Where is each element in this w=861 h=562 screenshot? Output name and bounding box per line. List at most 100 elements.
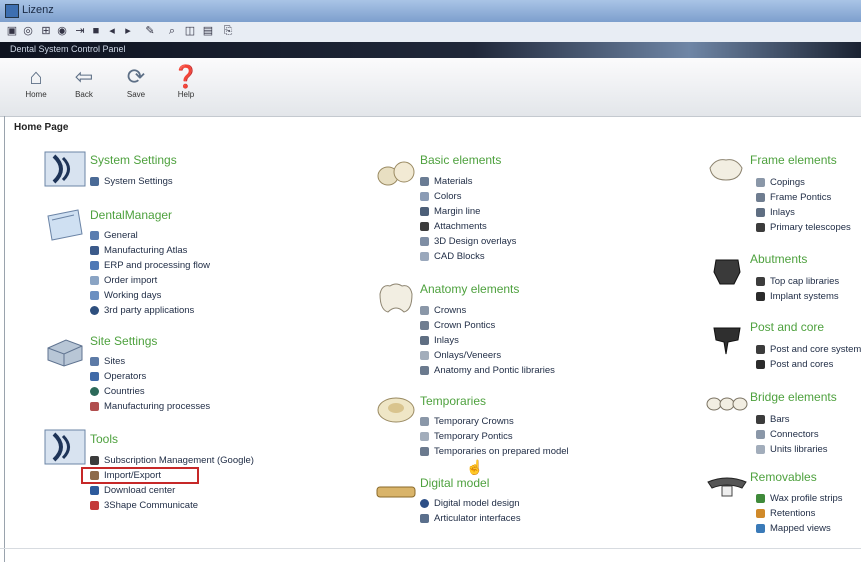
tool-icon[interactable]: ▸ bbox=[122, 25, 134, 37]
list-item[interactable]: Working days bbox=[90, 288, 210, 303]
list-item[interactable]: ERP and processing flow bbox=[90, 258, 210, 273]
list-item[interactable]: Temporaries on prepared model bbox=[420, 444, 569, 459]
list-item[interactable]: Margin line bbox=[420, 204, 516, 219]
item-label: Temporary Crowns bbox=[434, 416, 514, 427]
list-item[interactable]: Wax profile strips bbox=[756, 491, 843, 506]
list-item[interactable]: Mapped views bbox=[756, 521, 843, 536]
frame-elements-icon bbox=[709, 159, 743, 181]
home-icon: ⌂ bbox=[29, 64, 43, 89]
list-item[interactable]: Primary telescopes bbox=[756, 220, 851, 235]
tool-icon[interactable]: ■ bbox=[90, 25, 102, 37]
app-icon bbox=[5, 4, 19, 18]
list-item[interactable]: Manufacturing processes bbox=[90, 399, 210, 414]
frame-inlay-icon bbox=[756, 207, 765, 217]
item-label: Temporaries on prepared model bbox=[434, 446, 569, 457]
list-item[interactable]: Units libraries bbox=[756, 442, 828, 457]
tool-icon[interactable]: ⇥ bbox=[74, 25, 86, 37]
list-item[interactable]: Manufacturing Atlas bbox=[90, 243, 210, 258]
bars-icon bbox=[756, 414, 765, 424]
list-item[interactable]: 3rd party applications bbox=[90, 303, 210, 318]
section-title[interactable]: Post and core bbox=[750, 320, 824, 334]
list-item[interactable]: Crowns bbox=[420, 303, 555, 318]
list-item[interactable]: Anatomy and Pontic libraries bbox=[420, 363, 555, 378]
list-item[interactable]: Download center bbox=[90, 483, 254, 498]
section-items: Top cap libraries Implant systems bbox=[756, 274, 839, 304]
articulator-icon bbox=[420, 513, 429, 523]
list-item[interactable]: 3D Design overlays bbox=[420, 234, 516, 249]
item-label: Crown Pontics bbox=[434, 320, 496, 331]
list-item[interactable]: CAD Blocks bbox=[420, 249, 516, 264]
sites-icon bbox=[90, 356, 99, 366]
tool-icon[interactable]: ◫ bbox=[184, 25, 196, 37]
list-item[interactable]: Top cap libraries bbox=[756, 274, 839, 289]
list-item[interactable]: General bbox=[90, 228, 210, 243]
section-title[interactable]: Frame elements bbox=[750, 153, 837, 167]
list-item[interactable]: Subscription Management (Google) bbox=[90, 453, 254, 468]
connectors-icon bbox=[756, 429, 765, 439]
list-item[interactable]: Post and core system bbox=[756, 342, 861, 357]
tool-icon[interactable]: ◎ bbox=[22, 25, 34, 37]
list-item[interactable]: Digital model design bbox=[420, 496, 521, 511]
list-item[interactable]: Inlays bbox=[756, 205, 851, 220]
tool-icon[interactable]: ◂ bbox=[106, 25, 118, 37]
top-cap-icon bbox=[756, 276, 765, 286]
list-item[interactable]: Operators bbox=[90, 369, 210, 384]
list-item[interactable]: Bars bbox=[756, 412, 828, 427]
help-button[interactable]: ❓ Help bbox=[166, 64, 206, 110]
home-button[interactable]: ⌂ Home bbox=[16, 64, 56, 110]
tool-icon[interactable]: ✎ bbox=[144, 25, 156, 37]
section-title[interactable]: Anatomy elements bbox=[420, 282, 519, 296]
item-label: Mapped views bbox=[770, 523, 831, 534]
save-button[interactable]: ⟳ Save bbox=[116, 64, 156, 110]
section-title[interactable]: Digital model bbox=[420, 476, 489, 490]
list-item[interactable]: Temporary Pontics bbox=[420, 429, 569, 444]
section-title[interactable]: DentalManager bbox=[90, 208, 172, 222]
operators-icon bbox=[90, 371, 99, 381]
list-item[interactable]: Articulator interfaces bbox=[420, 511, 521, 526]
section-title[interactable]: Site Settings bbox=[90, 334, 157, 348]
left-border bbox=[4, 116, 5, 562]
tool-icon[interactable]: ◉ bbox=[56, 25, 68, 37]
list-item[interactable]: 3Shape Communicate bbox=[90, 498, 254, 513]
section-title[interactable]: Basic elements bbox=[420, 153, 501, 167]
list-item[interactable]: Frame Pontics bbox=[756, 190, 851, 205]
list-item[interactable]: Countries bbox=[90, 384, 210, 399]
back-button[interactable]: ⇦ Back bbox=[64, 64, 104, 110]
list-item[interactable]: Implant systems bbox=[756, 289, 839, 304]
list-item[interactable]: Inlays bbox=[420, 333, 555, 348]
bottom-border bbox=[0, 548, 861, 549]
section-title[interactable]: Abutments bbox=[750, 252, 807, 266]
list-item[interactable]: Sites bbox=[90, 354, 210, 369]
cad-blocks-icon bbox=[420, 251, 429, 261]
item-label: Order import bbox=[104, 275, 158, 286]
system-settings-icon bbox=[44, 151, 86, 187]
list-item[interactable]: Colors bbox=[420, 189, 516, 204]
section-title[interactable]: System Settings bbox=[90, 153, 177, 167]
list-item[interactable]: Connectors bbox=[756, 427, 828, 442]
section-items: Materials Colors Margin line Attachments… bbox=[420, 174, 516, 264]
item-label: Working days bbox=[104, 290, 162, 301]
dental-manager-icon bbox=[47, 209, 83, 241]
section-title[interactable]: Tools bbox=[90, 432, 118, 446]
tool-icon[interactable]: ⌕ bbox=[166, 25, 178, 37]
post-system-icon bbox=[756, 344, 765, 354]
post-and-core-icon bbox=[713, 327, 741, 355]
list-item[interactable]: System Settings bbox=[90, 174, 173, 189]
list-item[interactable]: Crown Pontics bbox=[420, 318, 555, 333]
section-title[interactable]: Removables bbox=[750, 470, 817, 484]
tool-icon[interactable]: ▤ bbox=[202, 25, 214, 37]
list-item[interactable]: Temporary Crowns bbox=[420, 414, 569, 429]
list-item[interactable]: Attachments bbox=[420, 219, 516, 234]
tool-icon[interactable]: ▣ bbox=[6, 25, 18, 37]
list-item[interactable]: Onlays/Veneers bbox=[420, 348, 555, 363]
list-item[interactable]: Retentions bbox=[756, 506, 843, 521]
list-item[interactable]: Copings bbox=[756, 175, 851, 190]
list-item[interactable]: Order import bbox=[90, 273, 210, 288]
tool-icon[interactable]: ⊞ bbox=[40, 25, 52, 37]
tool-icon[interactable]: ⎘ bbox=[222, 25, 234, 37]
list-item[interactable]: Post and cores bbox=[756, 357, 861, 372]
section-title[interactable]: Bridge elements bbox=[750, 390, 837, 404]
section-title[interactable]: Temporaries bbox=[420, 394, 486, 408]
list-item[interactable]: Materials bbox=[420, 174, 516, 189]
section-items: Wax profile strips Retentions Mapped vie… bbox=[756, 491, 843, 536]
